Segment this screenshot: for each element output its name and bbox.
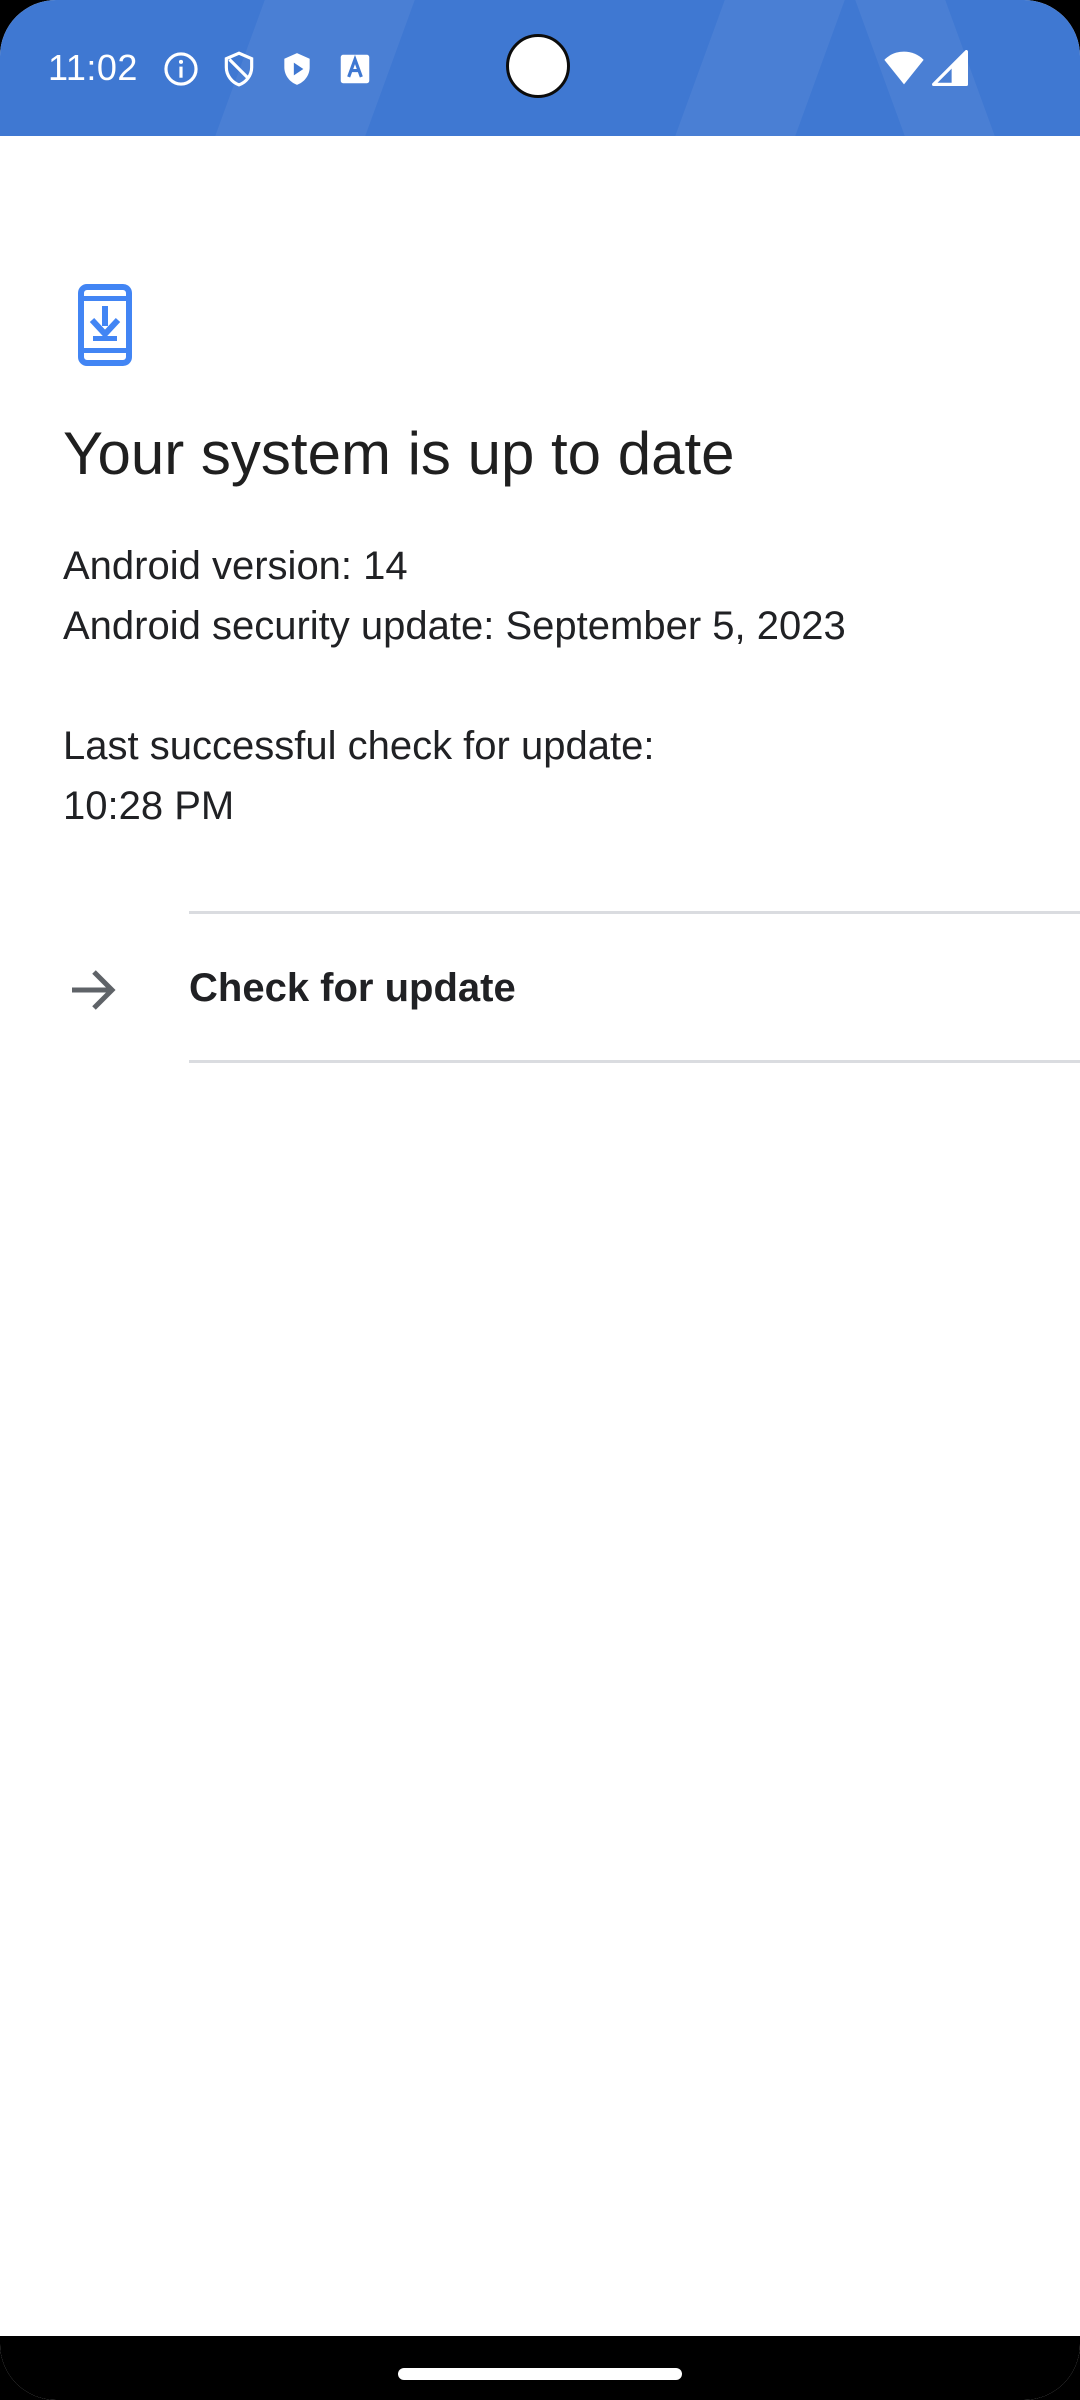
- camera-cutout: [506, 34, 570, 98]
- signal-icon: [932, 50, 968, 86]
- shield-icon: [224, 51, 254, 87]
- check-for-update-label: Check for update: [189, 966, 516, 1010]
- notification-icons: [162, 50, 394, 88]
- phone-download-icon: [78, 284, 132, 366]
- system-update-screen: 11:02 Your system is up to date Android …: [0, 0, 1080, 2400]
- check-for-update-button[interactable]: Check for update: [0, 916, 1080, 1062]
- navigation-bar: [0, 2336, 1080, 2400]
- home-handle[interactable]: [398, 2368, 682, 2380]
- divider-bottom: [189, 1060, 1080, 1063]
- last-check-time: 10:28 PM: [63, 784, 235, 828]
- page-title: Your system is up to date: [63, 420, 735, 487]
- divider-top: [189, 911, 1080, 914]
- play-shield-icon: [284, 53, 310, 85]
- system-icons: [878, 50, 970, 86]
- arrow-forward-icon: [72, 970, 116, 1010]
- status-bar: 11:02: [0, 0, 1080, 136]
- security-update: Android security update: September 5, 20…: [63, 604, 846, 648]
- info-icon: [164, 52, 198, 86]
- last-check-label: Last successful check for update:: [63, 724, 655, 768]
- wifi-icon: [884, 51, 924, 85]
- android-version: Android version: 14: [63, 544, 408, 588]
- font-a-icon: [340, 54, 370, 84]
- status-time: 11:02: [48, 47, 138, 88]
